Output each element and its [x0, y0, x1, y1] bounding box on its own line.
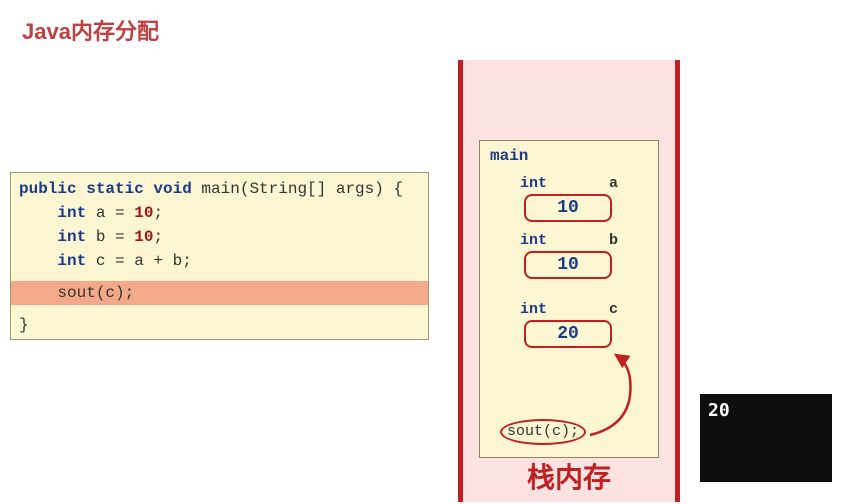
variable-label: int b — [514, 232, 624, 249]
number-literal: 10 — [134, 204, 153, 222]
code-line-1: public static void main(String[] args) { — [11, 177, 428, 201]
code-text: ; — [153, 204, 163, 222]
keyword: int — [57, 228, 86, 246]
code-text: b = — [86, 228, 134, 246]
code-text: } — [19, 316, 29, 334]
page-title: Java内存分配 — [22, 14, 159, 46]
keyword: public static void — [19, 180, 192, 198]
number-literal: 10 — [134, 228, 153, 246]
variable-name: a — [609, 175, 618, 192]
code-panel: public static void main(String[] args) {… — [10, 172, 429, 340]
variable-value-box: 20 — [524, 320, 612, 348]
variable-label: int a — [514, 175, 624, 192]
code-line-4: int c = a + b; — [11, 249, 428, 273]
stack-memory-region: main int a 10 int b 10 int c 20 sout(c); — [458, 60, 680, 502]
variable-a: int a 10 — [514, 175, 624, 222]
code-line-3: int b = 10; — [11, 225, 428, 249]
sout-call: sout(c); — [500, 419, 586, 445]
code-text: main(String[] args) { — [192, 180, 403, 198]
keyword: int — [57, 252, 86, 270]
keyword: int — [57, 204, 86, 222]
code-line-5-highlighted: sout(c); — [11, 281, 428, 305]
variable-b: int b 10 — [514, 232, 624, 279]
stack-frame-main: main int a 10 int b 10 int c 20 sout(c); — [479, 140, 659, 458]
variable-name: b — [609, 232, 618, 249]
console-output: 20 — [700, 394, 832, 482]
code-text: sout(c); — [19, 284, 134, 302]
variable-value-box: 10 — [524, 194, 612, 222]
arrow-icon — [580, 349, 650, 445]
variable-type: int — [520, 175, 547, 192]
variable-type: int — [520, 232, 547, 249]
variable-value-box: 10 — [524, 251, 612, 279]
stack-label: 栈内存 — [463, 456, 675, 496]
code-text: a = — [86, 204, 134, 222]
variable-type: int — [520, 301, 547, 318]
variable-c: int c 20 — [514, 301, 624, 348]
code-text: c = a + b; — [86, 252, 192, 270]
code-line-6: } — [11, 313, 428, 337]
code-line-2: int a = 10; — [11, 201, 428, 225]
variable-name: c — [609, 301, 618, 318]
frame-name: main — [490, 147, 648, 165]
code-text: ; — [153, 228, 163, 246]
variable-label: int c — [514, 301, 624, 318]
